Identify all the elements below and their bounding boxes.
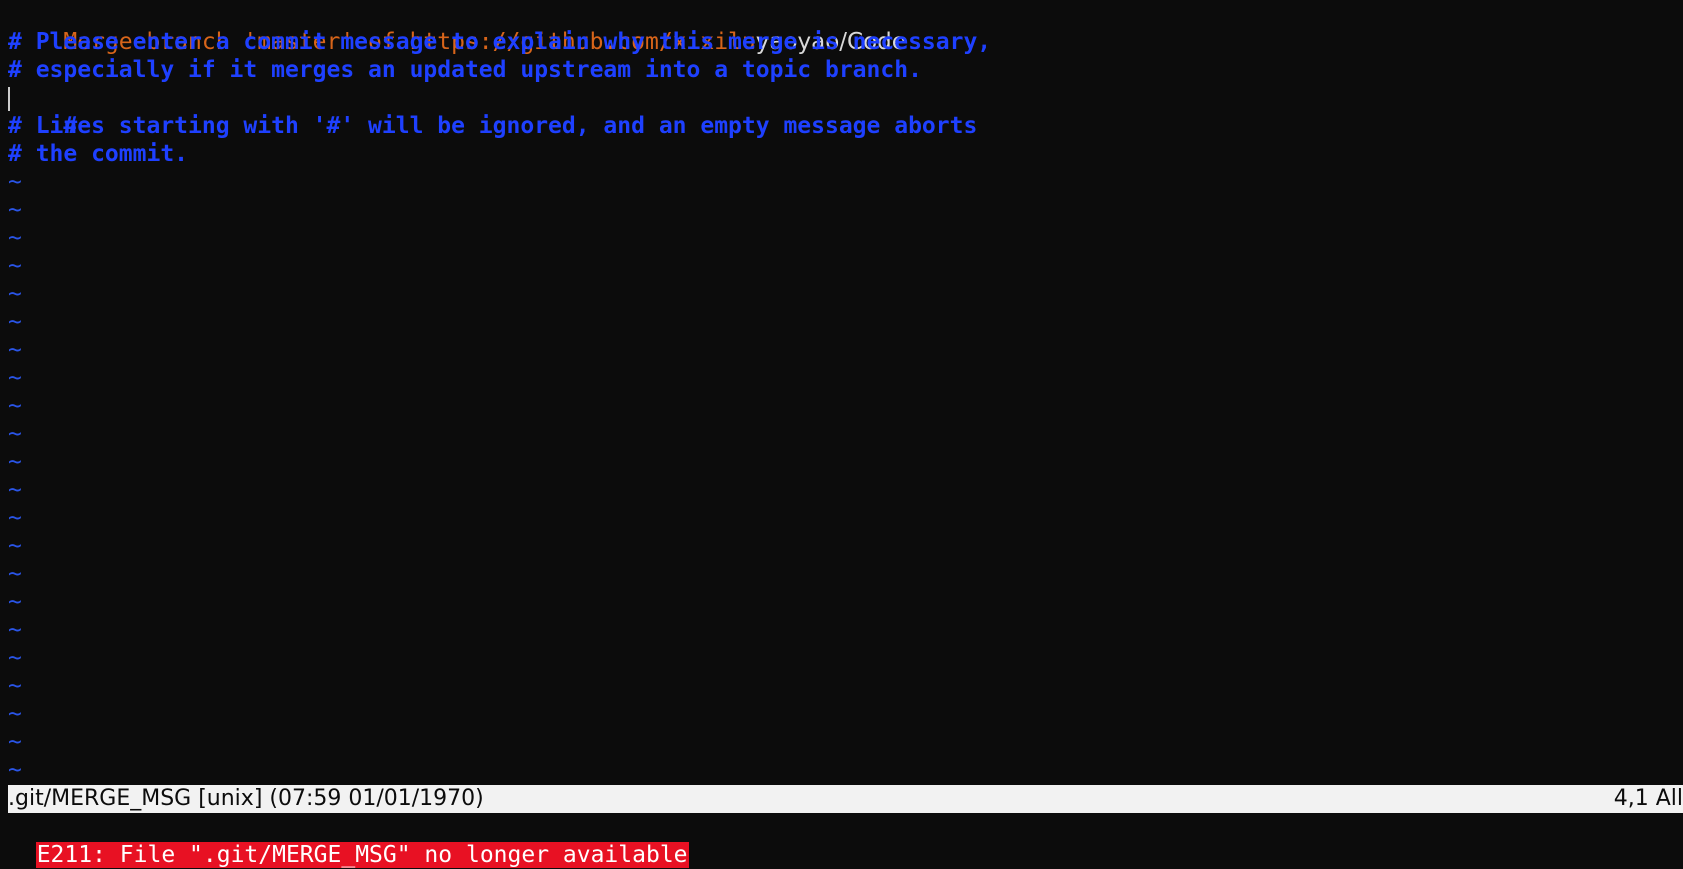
message-line: E211: File ".git/MERGE_MSG" no longer av… — [8, 813, 689, 868]
empty-line-tilde: ~ — [8, 533, 22, 559]
empty-line-tilde: ~ — [8, 477, 22, 503]
comment-line: # the commit. — [8, 141, 189, 167]
empty-lines: ~ ~ ~ ~ ~ ~ ~ ~ ~ ~ ~ ~ ~ ~ ~ ~ ~ ~ ~ ~ ~ ~ — [8, 168, 1683, 784]
empty-line-tilde: ~ — [8, 365, 22, 391]
status-bar: .git/MERGE_MSG [unix] (07:59 01/01/1970)… — [8, 785, 1683, 813]
comment-line-cursor: # — [8, 84, 1683, 139]
merge-message-line[interactable]: Merge branch 'master' of https://github.… — [8, 0, 1683, 55]
comment-line: # Lines starting with '#' will be ignore… — [8, 113, 978, 139]
empty-line-tilde: ~ — [8, 253, 22, 279]
empty-line-tilde: ~ — [8, 197, 22, 223]
empty-line-tilde: ~ — [8, 449, 22, 475]
error-message: E211: File ".git/MERGE_MSG" no longer av… — [35, 842, 689, 868]
empty-line-tilde: ~ — [8, 757, 22, 783]
empty-line-tilde: ~ — [8, 309, 22, 335]
comment-line: # especially if it merges an updated ups… — [8, 57, 922, 83]
file-info: .git/MERGE_MSG [unix] (07:59 01/01/1970) — [8, 786, 484, 811]
cursor-position: 4,1 All — [1613, 786, 1683, 811]
empty-line-tilde: ~ — [8, 589, 22, 615]
empty-line-tilde: ~ — [8, 729, 22, 755]
empty-line-tilde: ~ — [8, 337, 22, 363]
empty-line-tilde: ~ — [8, 645, 22, 671]
empty-line-tilde: ~ — [8, 505, 22, 531]
empty-line-tilde: ~ — [8, 421, 22, 447]
empty-line-tilde: ~ — [8, 617, 22, 643]
vim-editor-buffer[interactable]: Merge branch 'master' of https://github.… — [8, 0, 1683, 785]
text-cursor — [8, 87, 10, 111]
comment-line: # Please enter a commit message to expla… — [8, 29, 992, 55]
empty-line-tilde: ~ — [8, 169, 22, 195]
empty-line-tilde: ~ — [8, 393, 22, 419]
empty-line-tilde: ~ — [8, 701, 22, 727]
empty-line-tilde: ~ — [8, 673, 22, 699]
empty-line-tilde: ~ — [8, 561, 22, 587]
empty-line-tilde: ~ — [8, 225, 22, 251]
empty-line-tilde: ~ — [8, 281, 22, 307]
